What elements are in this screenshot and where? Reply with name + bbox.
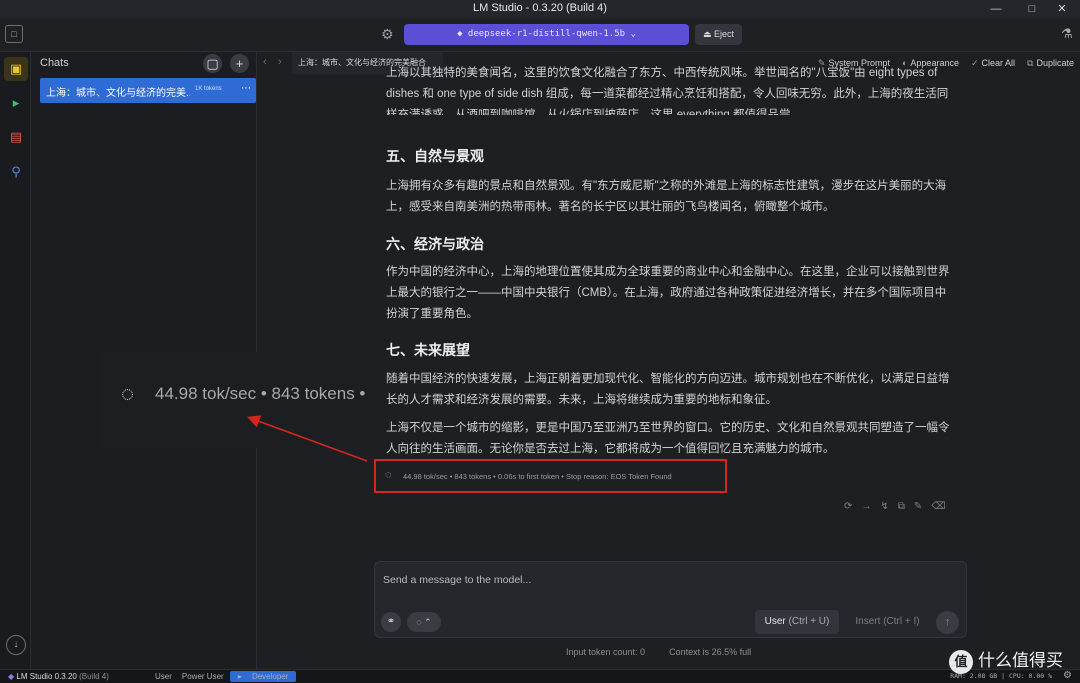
heading-economy: 六、经济与政治: [386, 236, 484, 252]
user-label: User: [764, 616, 786, 627]
stats-text: 44.98 tok/sec • 843 tokens • 0.06s to fi…: [403, 472, 672, 481]
model-icon: ◆: [457, 29, 463, 39]
clear-all-label: Clear All: [981, 57, 1016, 68]
sidebar-toggle-icon[interactable]: □: [5, 25, 23, 43]
watermark-logo-icon: 值: [949, 649, 973, 674]
status-bar: ◆ LM Studio 0.3.20 (Build 4) User Power …: [0, 669, 1080, 683]
watermark-text: 什么值得买: [978, 651, 1063, 670]
context-usage: Context is 26.5% full: [669, 647, 752, 657]
branch-icon[interactable]: ↯: [880, 501, 888, 512]
build-label: (Build 4): [79, 672, 109, 681]
zoom-stats-text: 44.98 tok/sec • 843 tokens •: [155, 384, 366, 403]
message-input[interactable]: [383, 571, 943, 589]
delete-icon[interactable]: ⌫: [931, 501, 945, 512]
message-actions: ⟳ → ↯ ⧉ ✎ ⌫: [844, 501, 945, 512]
chevron-up-icon: ⌃: [424, 617, 432, 627]
footer-info: Input token count: 0 Context is 26.5% ful…: [566, 647, 751, 657]
mode-switcher: User Power User ▸ Developer: [151, 671, 297, 682]
top-toolbar: □ ⚙ ◆ deepseek-r1-distill-qwen-1.5b ⌄ ⏏ …: [0, 18, 1080, 52]
nav-arrows: ‹ ›: [258, 52, 292, 74]
heading-nature: 五、自然与景观: [386, 148, 484, 164]
chats-title: Chats: [40, 57, 69, 69]
paragraph-economy: 作为中国的经济中心，上海的地理位置使其成为全球重要的商业中心和金融中心。在这里，…: [386, 266, 950, 320]
chat-list-item[interactable]: 上海：城市、文化与经济的完美... 1K tokens ⋯: [40, 78, 256, 103]
duplicate-button[interactable]: ⧉ Duplicate: [1027, 58, 1074, 69]
gear-icon[interactable]: ⚙: [1063, 670, 1072, 681]
minimize-icon[interactable]: —: [978, 0, 1014, 18]
plus-icon[interactable]: +: [230, 54, 249, 73]
model-selector-button[interactable]: ◆ deepseek-r1-distill-qwen-1.5b ⌄: [404, 24, 689, 45]
user-shortcut: (Ctrl + U): [788, 616, 830, 627]
mode-power-user[interactable]: Power User: [178, 671, 228, 682]
chevron-down-icon: ⌄: [630, 29, 636, 39]
chevron-right-icon[interactable]: ›: [278, 56, 282, 68]
bulb-icon: ◌: [121, 381, 135, 406]
mode-developer[interactable]: ▸ Developer: [229, 671, 297, 682]
zoom-callout: ◌ 44.98 tok/sec • 843 tokens •: [101, 352, 367, 448]
insert-button[interactable]: Insert (Ctrl + I): [845, 610, 930, 634]
eject-icon: ⏏: [702, 29, 712, 39]
lmstudio-logo-icon: ◆: [8, 672, 15, 681]
heading-future: 七、未来展望: [386, 342, 470, 358]
send-icon[interactable]: ↑: [936, 611, 959, 634]
paragraph-food: 上海以其独特的美食闻名，这里的饮食文化融合了东方、中西传统风味。举世闻名的"八宝…: [386, 67, 949, 115]
folder-icon[interactable]: ▤: [4, 125, 28, 149]
left-rail: ▣ ▸ ▤ ⚲: [0, 52, 31, 669]
continue-icon[interactable]: →: [861, 501, 871, 512]
chat-item-label: 上海：城市、文化与经济的完美...: [46, 88, 190, 99]
flask-icon[interactable]: ⚗: [1061, 26, 1073, 42]
broom-icon: ✓: [970, 57, 979, 68]
close-icon[interactable]: ✕: [1044, 0, 1080, 18]
copy-icon: ⧉: [1027, 57, 1034, 68]
developer-icon: ▸: [237, 672, 242, 681]
model-label: deepseek-r1-distill-qwen-1.5b: [467, 29, 626, 39]
gear-icon[interactable]: ⚙: [381, 26, 394, 43]
copy-icon[interactable]: ⧉: [898, 501, 905, 512]
search-icon[interactable]: ⚲: [4, 160, 28, 184]
input-token-count: Input token count: 0: [566, 647, 646, 657]
duplicate-label: Duplicate: [1036, 57, 1074, 68]
clear-all-button[interactable]: ✓ Clear All: [971, 58, 1015, 69]
regenerate-icon[interactable]: ⟳: [844, 501, 852, 512]
folder-plus-icon[interactable]: ▢: [203, 54, 222, 73]
terminal-icon[interactable]: ▸: [4, 91, 28, 115]
send-as-user-button[interactable]: User (Ctrl + U): [755, 610, 839, 634]
download-icon[interactable]: ↓: [6, 635, 26, 655]
paragraph-nature: 上海拥有众多有趣的景点和自然景观。有"东方威尼斯"之称的外滩是上海的标志性建筑，…: [386, 180, 947, 213]
generation-stats: ◌ 44.98 tok/sec • 843 tokens • 0.06s to …: [374, 459, 727, 493]
eject-label: Eject: [714, 29, 735, 39]
paragraph-future: 随着中国经济的快速发展，上海正朝着更加现代化、智能化的方向迈进。城市规划也在不断…: [386, 373, 950, 406]
chevron-left-icon[interactable]: ‹: [263, 56, 267, 68]
mode-user[interactable]: User: [151, 671, 176, 682]
app-version-label: LM Studio 0.3.20: [16, 672, 77, 681]
more-icon[interactable]: ⋯: [241, 83, 251, 94]
chat-icon[interactable]: ▣: [4, 57, 28, 81]
edit-icon[interactable]: ✎: [914, 501, 922, 512]
message-input-box: ⚭ ◌ ⌃ User (Ctrl + U) Insert (Ctrl + I) …: [374, 561, 967, 638]
bulb-icon: ◌: [385, 469, 392, 481]
mode-developer-label: Developer: [251, 672, 289, 681]
window-title: LM Studio - 0.3.20 (Build 4): [473, 2, 607, 14]
app-version: ◆ LM Studio 0.3.20 (Build 4): [8, 672, 109, 681]
bulb-icon: ◌: [416, 617, 422, 627]
paperclip-icon[interactable]: ⚭: [381, 612, 401, 632]
chat-item-tokens: 1K tokens: [195, 86, 222, 92]
watermark: 值什么值得买: [949, 646, 1063, 674]
mode-dropdown[interactable]: ◌ ⌃: [407, 612, 441, 632]
title-bar: LM Studio - 0.3.20 (Build 4) — □ ✕: [0, 0, 1080, 18]
paragraph-conclusion: 上海不仅是一个城市的缩影，更是中国乃至亚洲乃至世界的窗口。它的历史、文化和自然景…: [386, 422, 950, 455]
eject-button[interactable]: ⏏ Eject: [695, 24, 742, 45]
